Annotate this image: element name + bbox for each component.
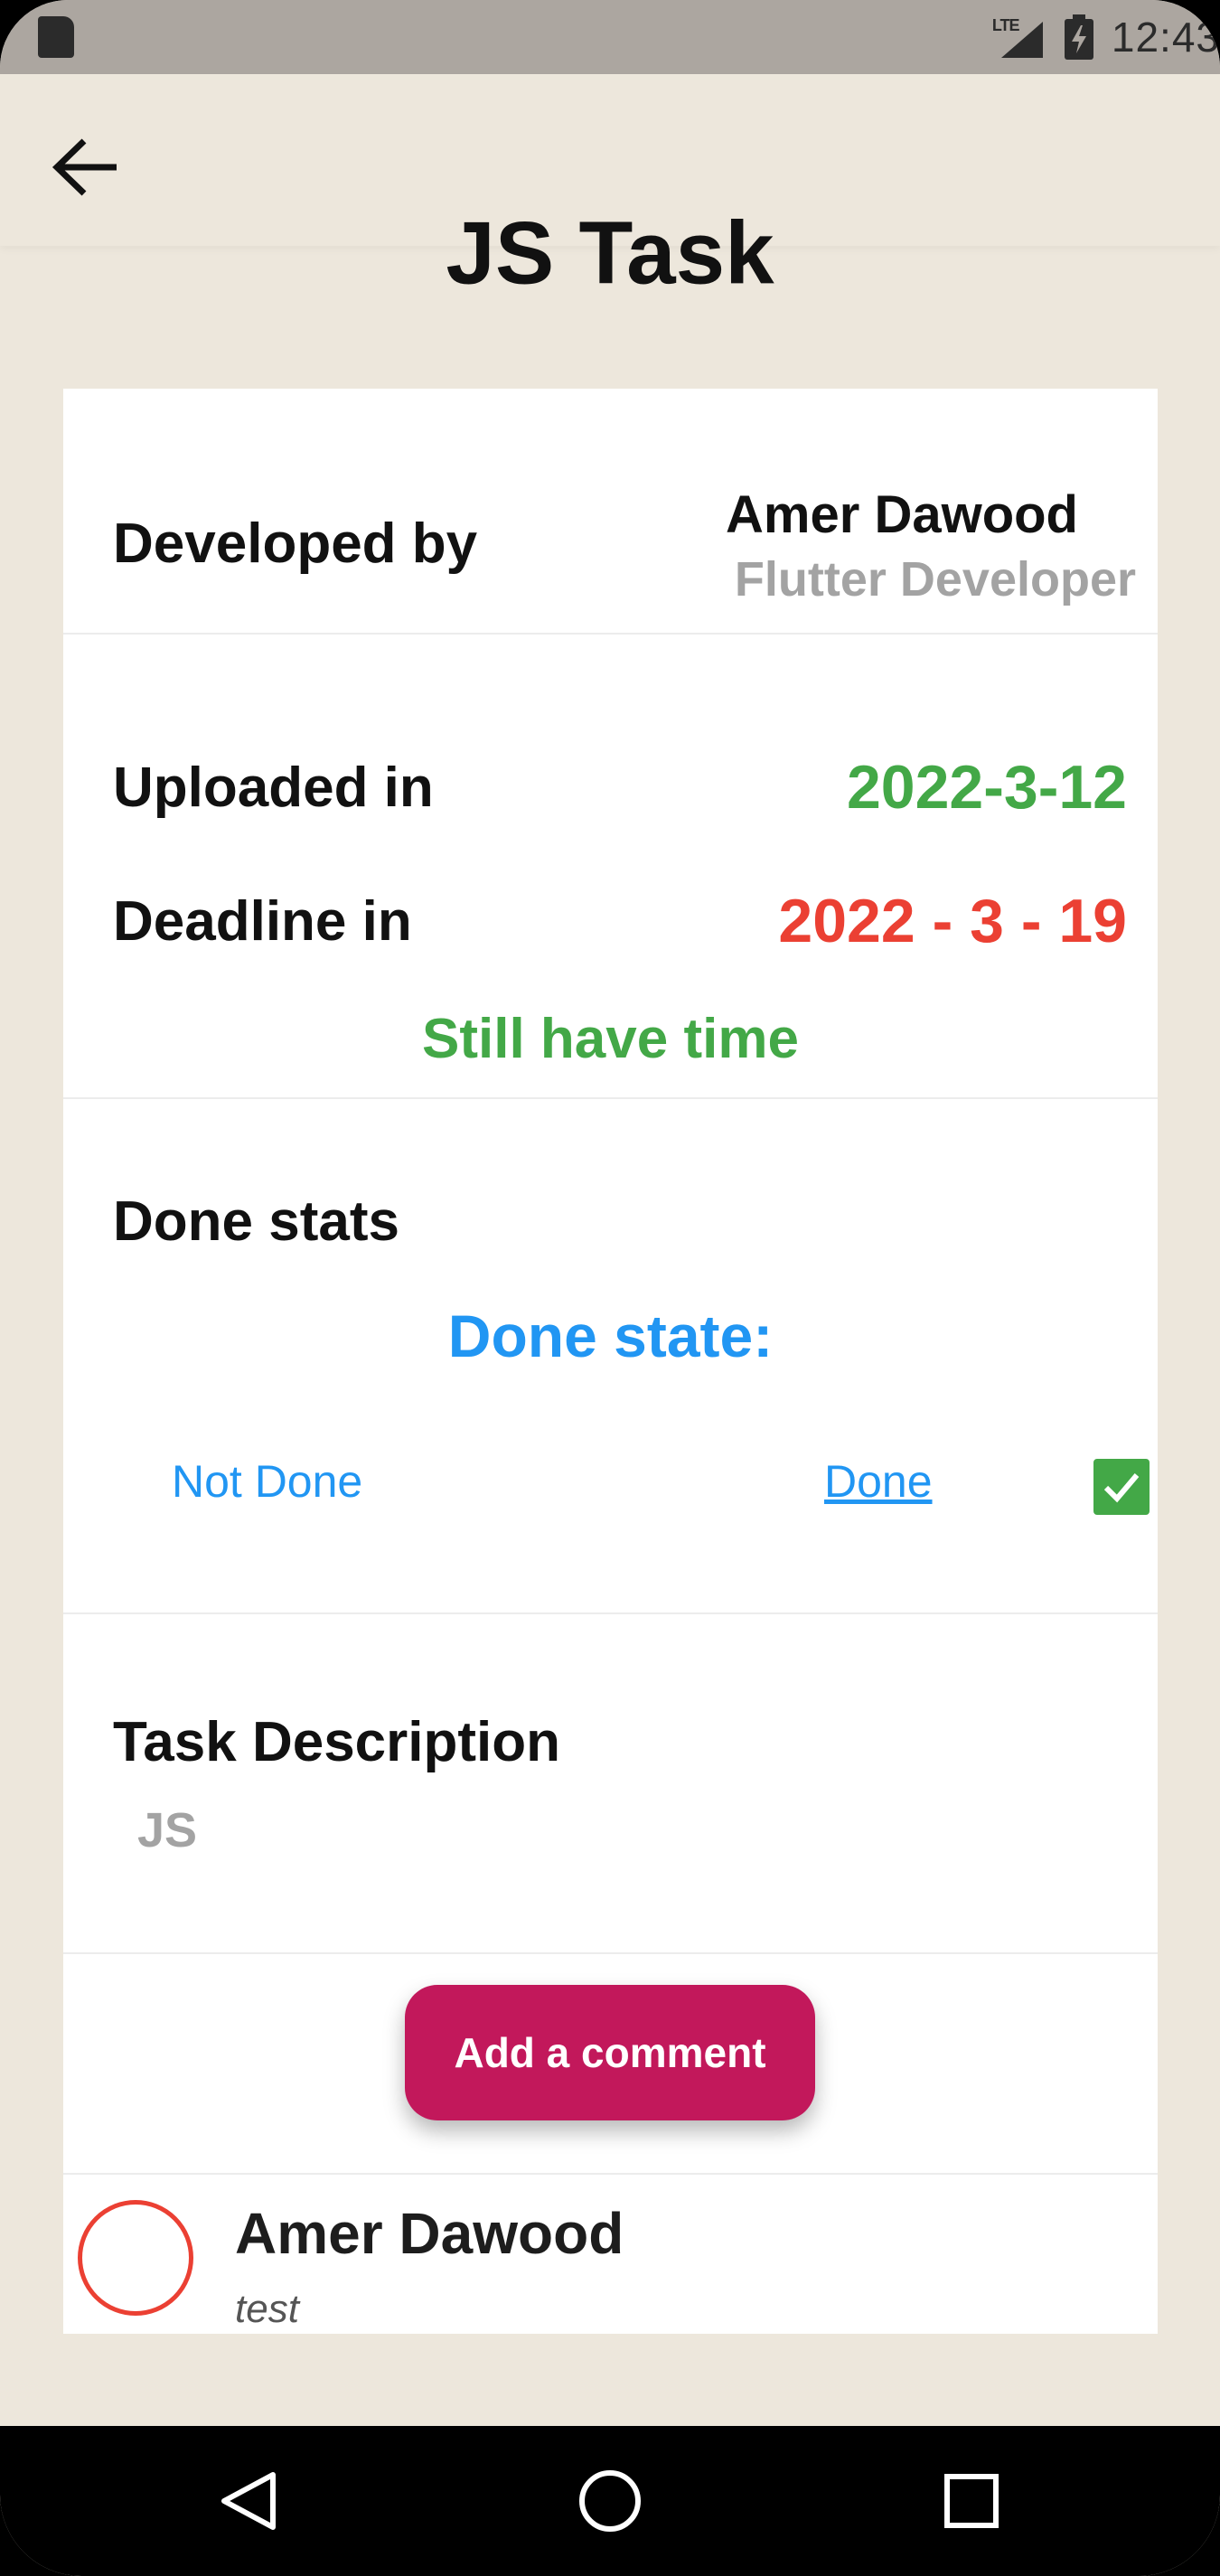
description-section: Task Description JS xyxy=(63,1614,1158,1954)
dates-section: Uploaded in 2022-3-12 Deadline in 2022 -… xyxy=(63,635,1158,1099)
comment-author: Amer Dawood xyxy=(235,2201,624,2266)
lte-signal-icon: LTE xyxy=(992,14,1045,60)
nav-back-button[interactable] xyxy=(208,2460,289,2542)
developed-by-label: Developed by xyxy=(113,512,478,575)
check-icon xyxy=(1103,1473,1140,1503)
description-text: JS xyxy=(137,1803,198,1857)
arrow-left-icon xyxy=(52,138,117,196)
phone-screen: LTE 12:43 JS Task Developed by Amer Dawo… xyxy=(0,0,1220,2576)
uploaded-label: Uploaded in xyxy=(113,757,434,819)
done-state-title: Done state: xyxy=(447,1302,774,1369)
comment-item: Amer Dawood test xyxy=(63,2173,1158,2334)
add-comment-button[interactable]: Add a comment xyxy=(405,1985,815,2120)
developer-name: Amer Dawood xyxy=(726,485,1078,544)
nav-recents-button[interactable] xyxy=(931,2460,1012,2542)
home-circle-icon xyxy=(579,2470,641,2532)
comment-text: test xyxy=(235,2287,299,2331)
back-triangle-icon xyxy=(221,2472,276,2530)
status-indicators: LTE 12:43 xyxy=(992,0,1220,74)
done-option[interactable]: Done xyxy=(824,1455,933,1508)
page-title: JS Task xyxy=(446,202,774,303)
developer-role: Flutter Developer xyxy=(734,552,1136,606)
deadline-date: 2022 - 3 - 19 xyxy=(778,887,1127,955)
not-done-option[interactable]: Not Done xyxy=(172,1455,362,1508)
uploaded-date: 2022-3-12 xyxy=(846,753,1127,822)
deadline-label: Deadline in xyxy=(113,890,412,953)
avatar xyxy=(78,2200,193,2316)
sd-card-icon xyxy=(38,16,74,58)
done-stats-heading: Done stats xyxy=(113,1190,399,1253)
back-button[interactable] xyxy=(45,127,127,208)
nav-home-button[interactable] xyxy=(569,2460,651,2542)
done-checkbox[interactable] xyxy=(1093,1459,1150,1515)
deadline-status: Still have time xyxy=(422,1008,799,1070)
status-bar: LTE 12:43 xyxy=(0,0,1220,74)
clock: 12:43 xyxy=(1111,14,1220,61)
task-details-card: Developed by Amer Dawood Flutter Develop… xyxy=(63,389,1158,2334)
recents-square-icon xyxy=(944,2474,999,2528)
done-stats-section: Done stats Done state: Not Done Done xyxy=(63,1099,1158,1614)
description-heading: Task Description xyxy=(113,1711,561,1773)
system-nav-bar xyxy=(0,2426,1220,2576)
developer-section: Developed by Amer Dawood Flutter Develop… xyxy=(63,389,1158,635)
battery-charging-icon xyxy=(1064,14,1093,60)
